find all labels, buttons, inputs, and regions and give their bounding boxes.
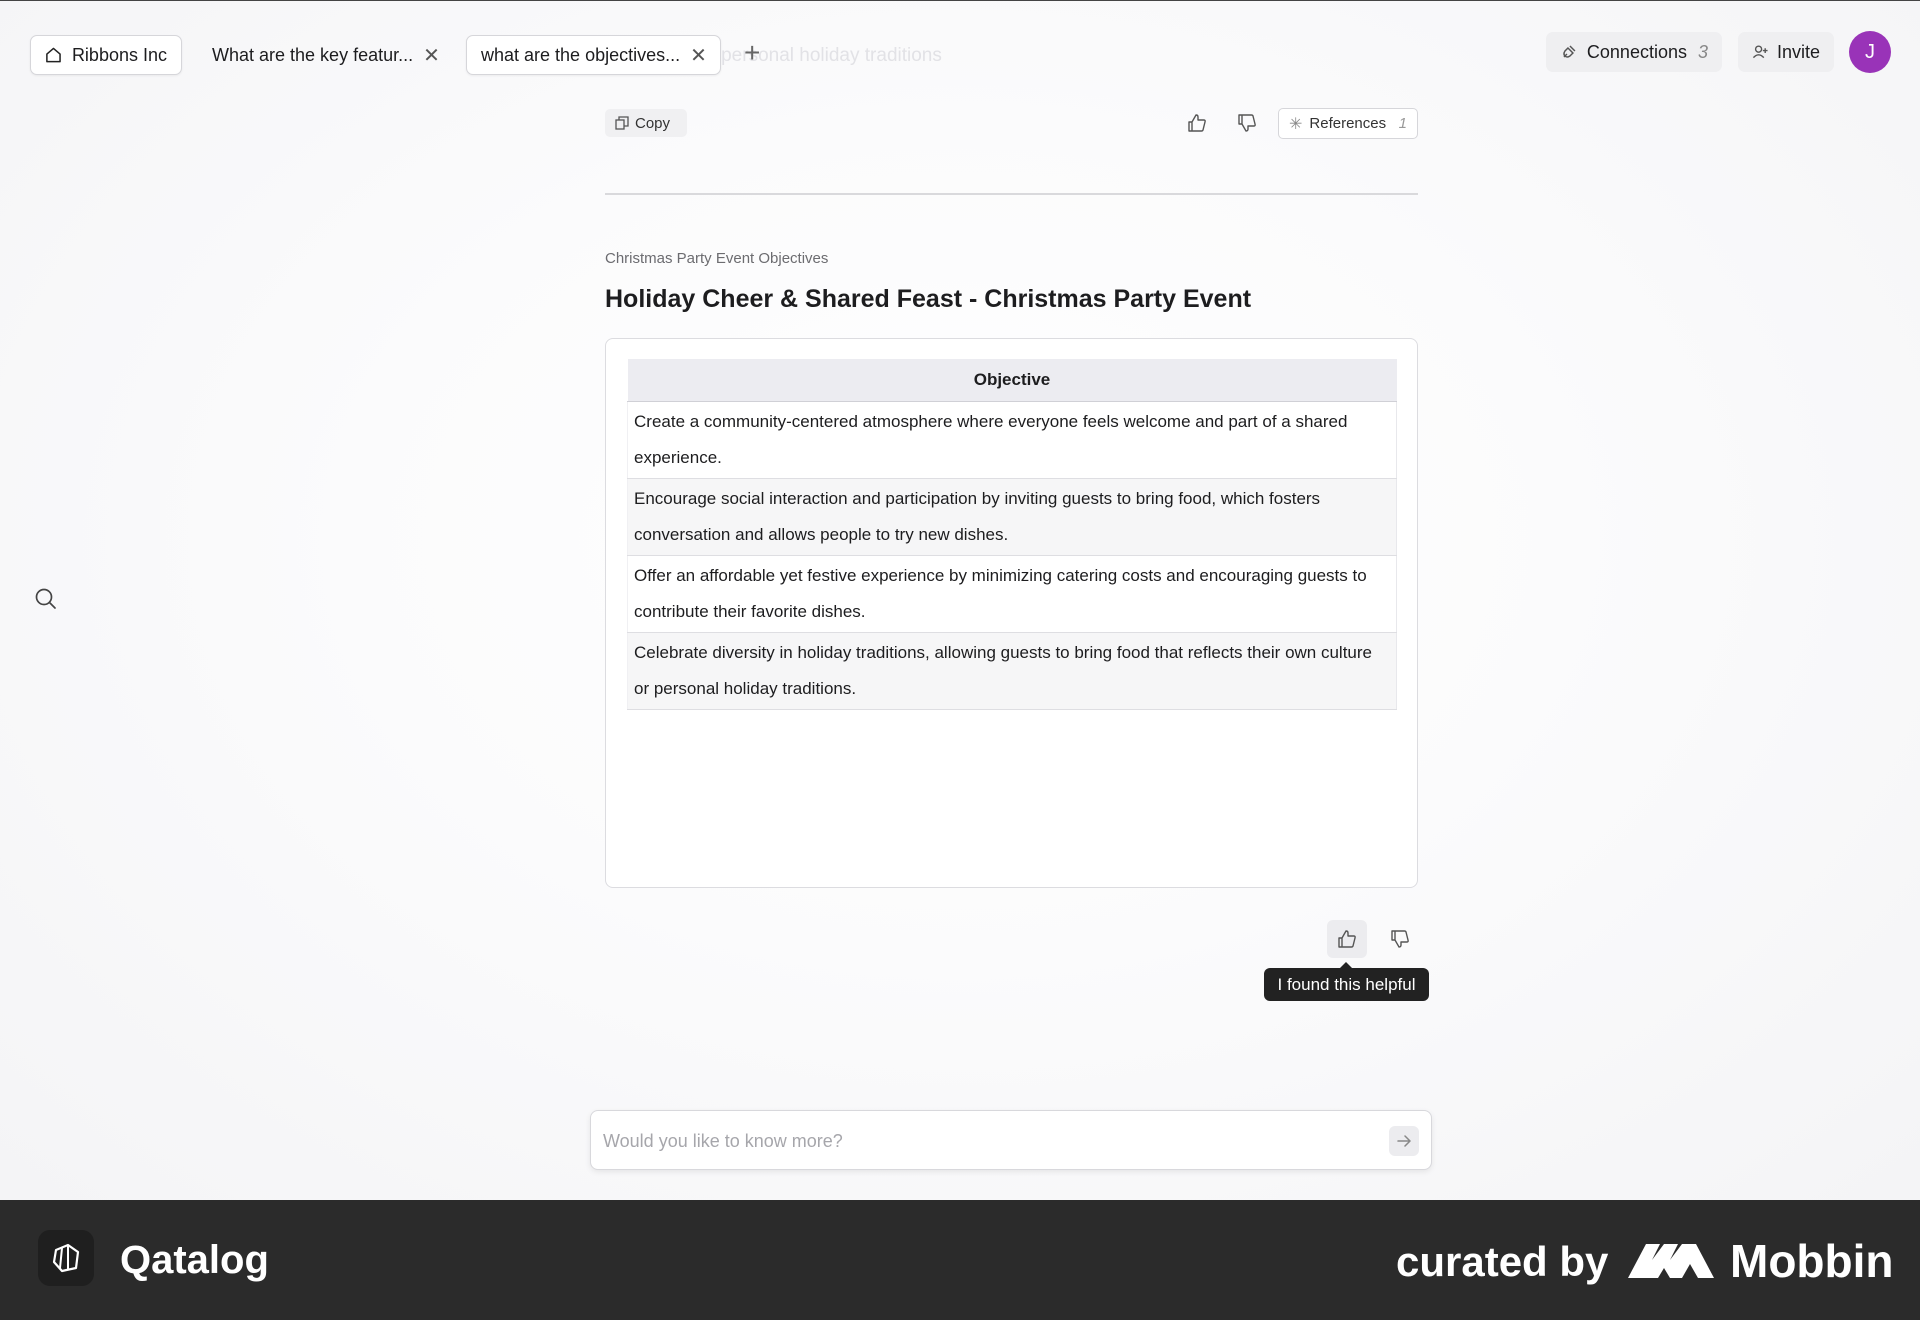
copy-label: Copy [635,114,671,132]
references-label: References [1309,115,1387,132]
connections-button[interactable]: Connections 3 [1546,32,1722,72]
home-icon [46,47,61,63]
app-window: ... personal holiday traditions Ribbons … [0,0,1920,1200]
qatalog-brand: Qatalog [120,1238,269,1282]
thumbs-up-icon [1338,930,1356,948]
arrow-right-icon [1397,1135,1411,1147]
thumbs-up-button[interactable] [1183,109,1211,137]
scrolled-text-fragment: ... personal holiday traditions [700,45,942,66]
table-row: Create a community-centered atmosphere w… [627,401,1397,479]
curated-by-text: curated by [1396,1238,1609,1285]
section-subheading: Christmas Party Event Objectives [605,250,829,267]
thumbs-down-icon [1238,114,1256,132]
plug-icon [1563,45,1576,58]
objectives-card: Objective Create a community-centered at… [605,338,1418,888]
qatalog-logo-icon [38,1230,94,1286]
tab-label: What are the key featur... [212,44,414,65]
tab-home[interactable]: Ribbons Inc [30,35,182,75]
table-row: Celebrate diversity in holiday tradition… [627,632,1397,710]
close-icon[interactable]: ✕ [423,43,440,68]
avatar[interactable]: J [1849,31,1891,73]
close-icon[interactable]: ✕ [690,43,707,68]
footer-banner: Qatalog curated by Mobbin [0,1200,1920,1320]
references-count: 1 [1398,115,1407,132]
helpful-button[interactable] [1327,920,1367,958]
connections-label: Connections [1586,41,1687,62]
tab-label: what are the objectives... [481,44,681,65]
thumbs-up-icon [1188,114,1206,132]
helpful-tooltip: I found this helpful [1264,962,1429,1001]
thumbs-down-button[interactable] [1233,109,1261,137]
ask-input[interactable] [603,1125,1363,1157]
section-divider [605,193,1418,195]
connections-count: 3 [1697,41,1708,62]
invite-label: Invite [1776,41,1820,62]
tab-key-features[interactable]: What are the key featur... ✕ [198,35,442,75]
ask-box [590,1110,1432,1170]
table-header: Objective [627,359,1397,402]
copy-icon [615,116,629,130]
invite-button[interactable]: Invite [1738,32,1834,72]
copy-button[interactable]: Copy [605,109,687,137]
references-button[interactable]: ✳ References 1 [1278,108,1418,139]
thumbs-down-icon [1391,930,1409,948]
new-tab-plus-icon[interactable]: + [744,37,760,69]
table-row: Encourage social interaction and partici… [627,478,1397,556]
tab-objectives[interactable]: what are the objectives... ✕ [466,35,721,75]
objectives-table: Objective Create a community-centered at… [627,359,1397,710]
mobbin-brand: Mobbin [1730,1235,1894,1287]
sidebar-search-button[interactable] [34,587,58,616]
send-button[interactable] [1389,1126,1419,1156]
mobbin-logo-icon [1626,1238,1716,1287]
asterisk-icon: ✳ [1289,115,1303,133]
table-row: Offer an affordable yet festive experien… [627,555,1397,633]
tab-home-label: Ribbons Inc [71,44,167,65]
add-user-icon [1752,45,1768,59]
not-helpful-button[interactable] [1380,920,1420,958]
search-icon [35,588,56,609]
page-title: Holiday Cheer & Shared Feast - Christmas… [605,285,1252,313]
